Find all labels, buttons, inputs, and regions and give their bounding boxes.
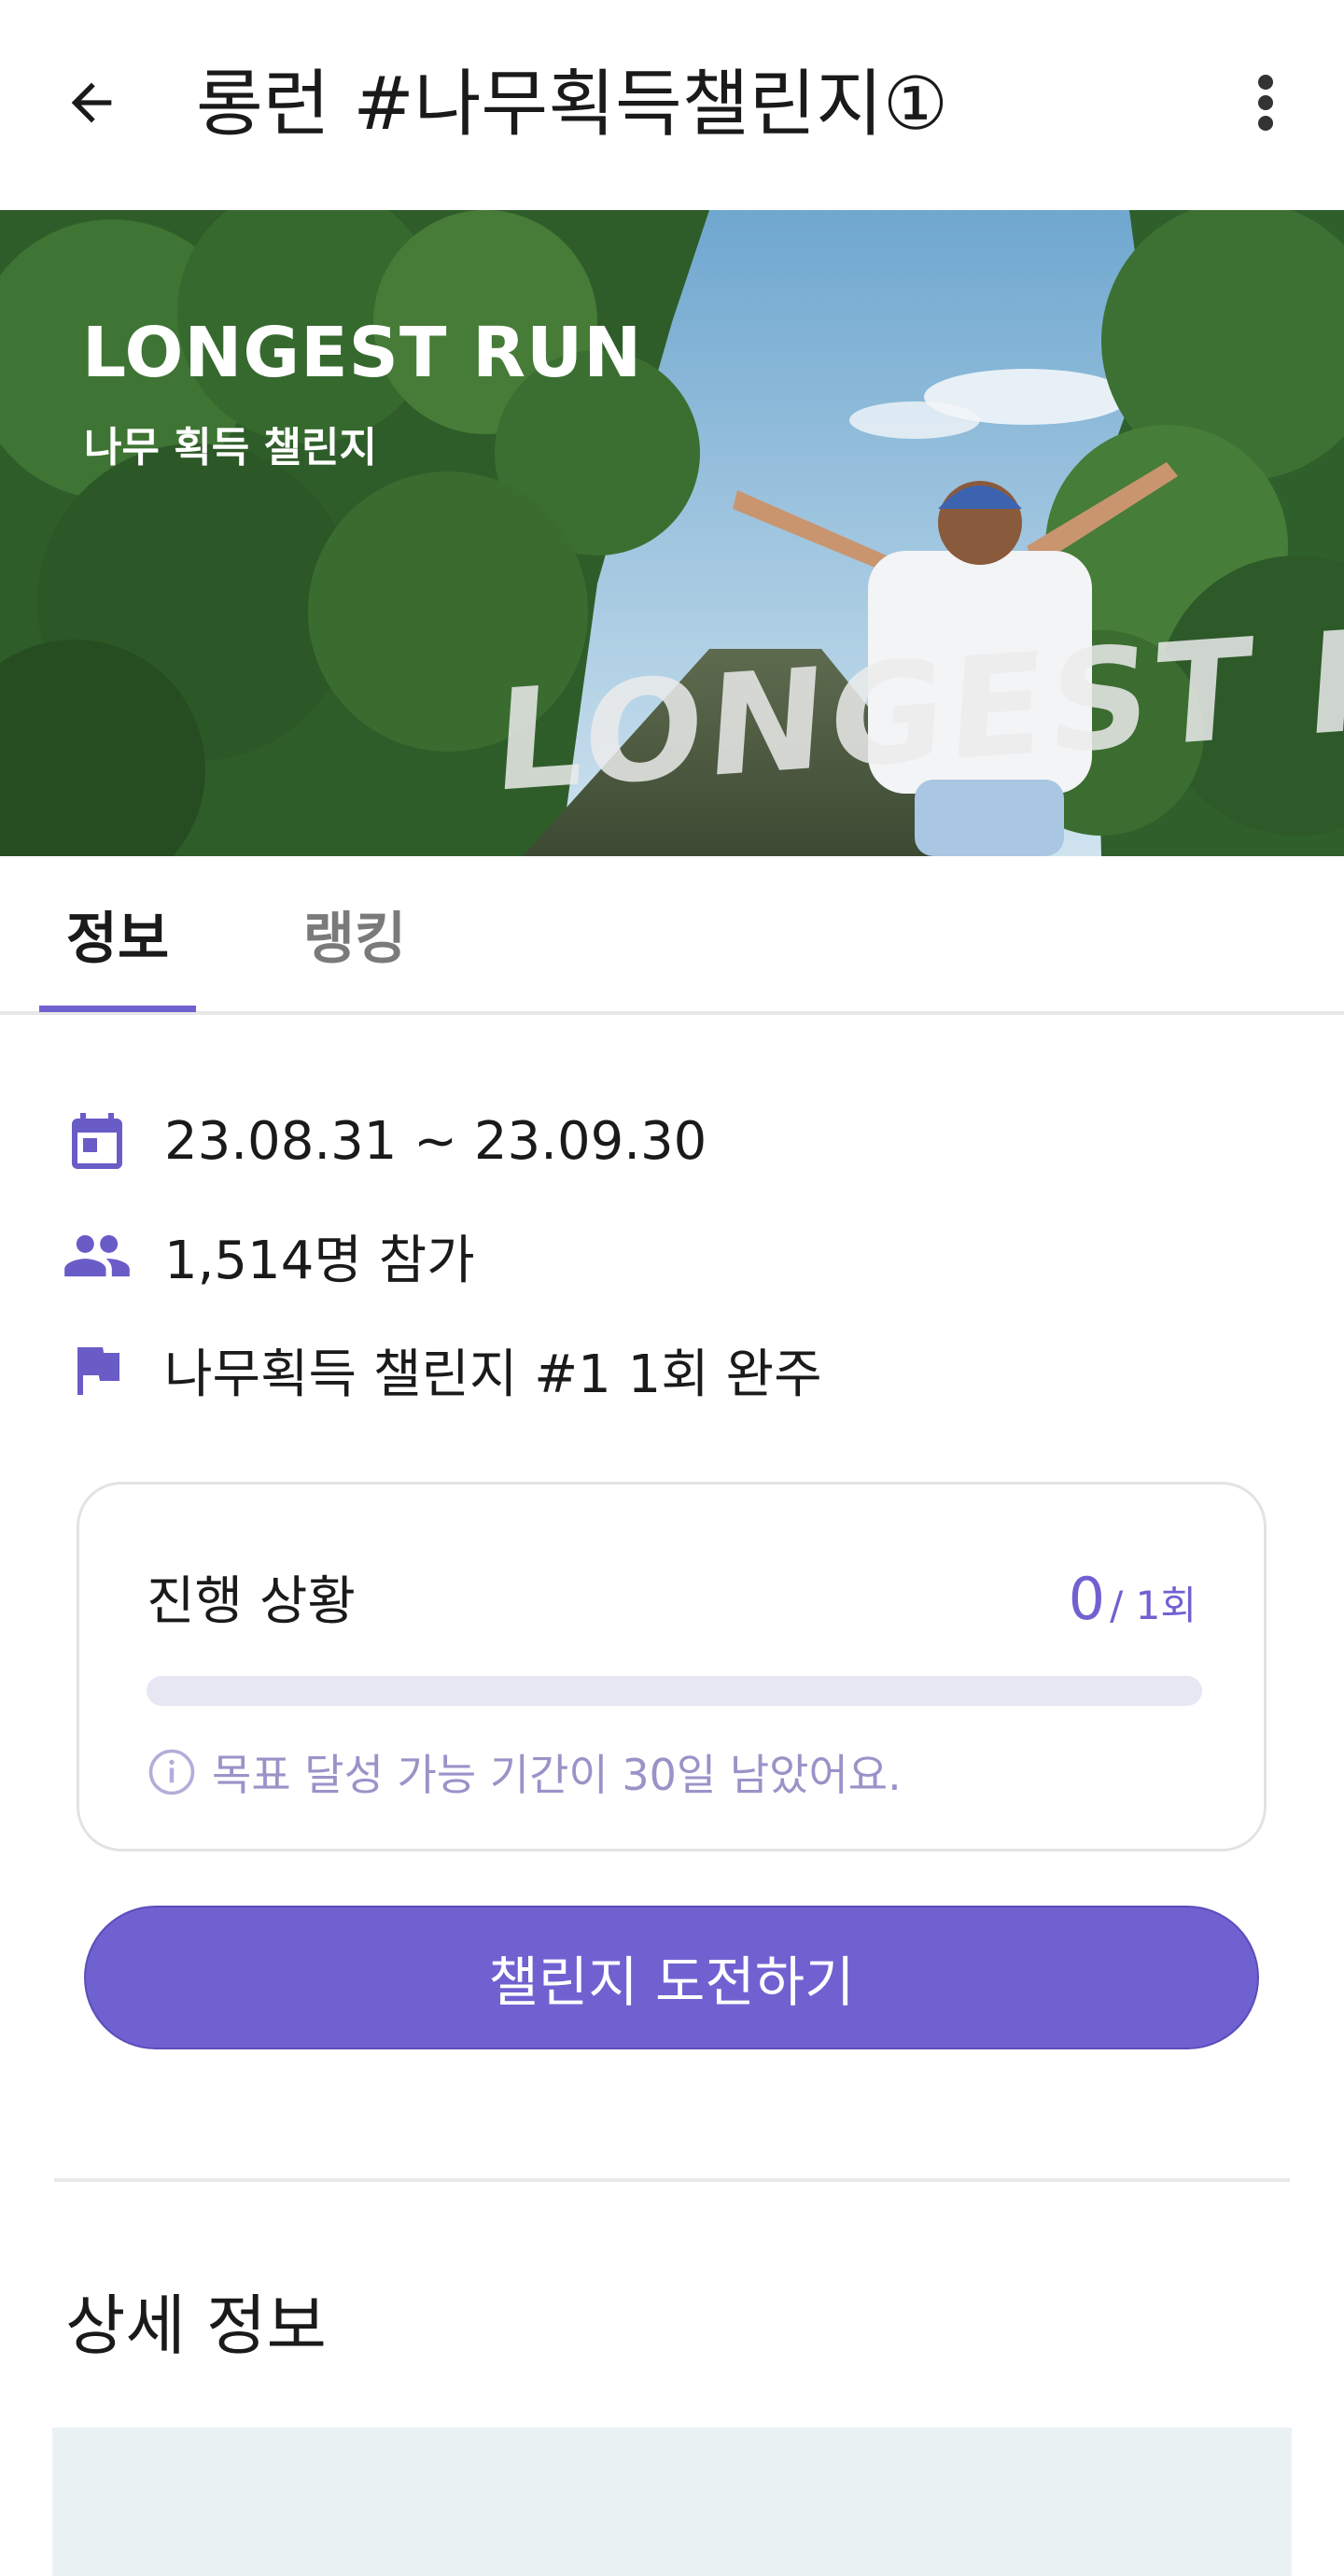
banner-title: LONGEST RUN (82, 313, 643, 393)
banner-subtitle: 나무 획득 챌린지 (84, 424, 377, 472)
page-title: 롱런 #나무획득챌린지① (196, 63, 948, 147)
progress-note: 목표 달성 가능 기간이 30일 남았어요. (147, 1741, 902, 1803)
calendar-icon (60, 1104, 134, 1178)
detail-section-title: 상세 정보 (65, 2287, 327, 2364)
arrow-left-icon (71, 82, 112, 123)
challenge-banner: LONGEST RUN 나무 획득 챌린지 LONGEST RUN (0, 210, 1344, 856)
progress-count: 0 / 1회 (1069, 1565, 1197, 1633)
participant-count: 1,514명 참가 (164, 1230, 475, 1291)
detail-content-image (52, 2428, 1292, 2576)
start-challenge-button[interactable]: 챌린지 도전하기 (84, 1906, 1259, 2049)
challenge-period: 23.08.31 ~ 23.09.30 (164, 1110, 707, 1172)
tab-ranking[interactable]: 랭킹 (280, 856, 429, 1011)
progress-bar (147, 1676, 1202, 1706)
back-button[interactable] (47, 58, 136, 148)
tab-bar: 정보 랭킹 (0, 856, 1344, 1015)
people-icon (60, 1218, 134, 1293)
goal-row: 나무획득 챌린지 #1 1회 완주 (60, 1328, 822, 1412)
tab-selected-indicator (39, 1006, 196, 1012)
flag-icon (60, 1332, 134, 1407)
more-options-button[interactable] (1221, 58, 1310, 148)
participants-row: 1,514명 참가 (60, 1214, 475, 1298)
progress-current: 0 (1068, 1565, 1106, 1633)
progress-card: 진행 상황 0 / 1회 목표 달성 가능 기간이 30일 남았어요. (77, 1482, 1267, 1851)
remaining-period-note: 목표 달성 가능 기간이 30일 남았어요. (212, 1750, 902, 1800)
tab-info[interactable]: 정보 (39, 856, 196, 1011)
more-vertical-icon (1258, 75, 1273, 131)
info-icon (148, 1749, 195, 1795)
progress-total: / 1회 (1110, 1583, 1197, 1628)
section-divider (54, 2178, 1290, 2182)
app-bar: 롱런 #나무획득챌린지① (0, 0, 1344, 210)
period-row: 23.08.31 ~ 23.09.30 (60, 1099, 707, 1183)
challenge-goal: 나무획득 챌린지 #1 1회 완주 (164, 1344, 822, 1405)
progress-label: 진행 상황 (147, 1571, 356, 1632)
